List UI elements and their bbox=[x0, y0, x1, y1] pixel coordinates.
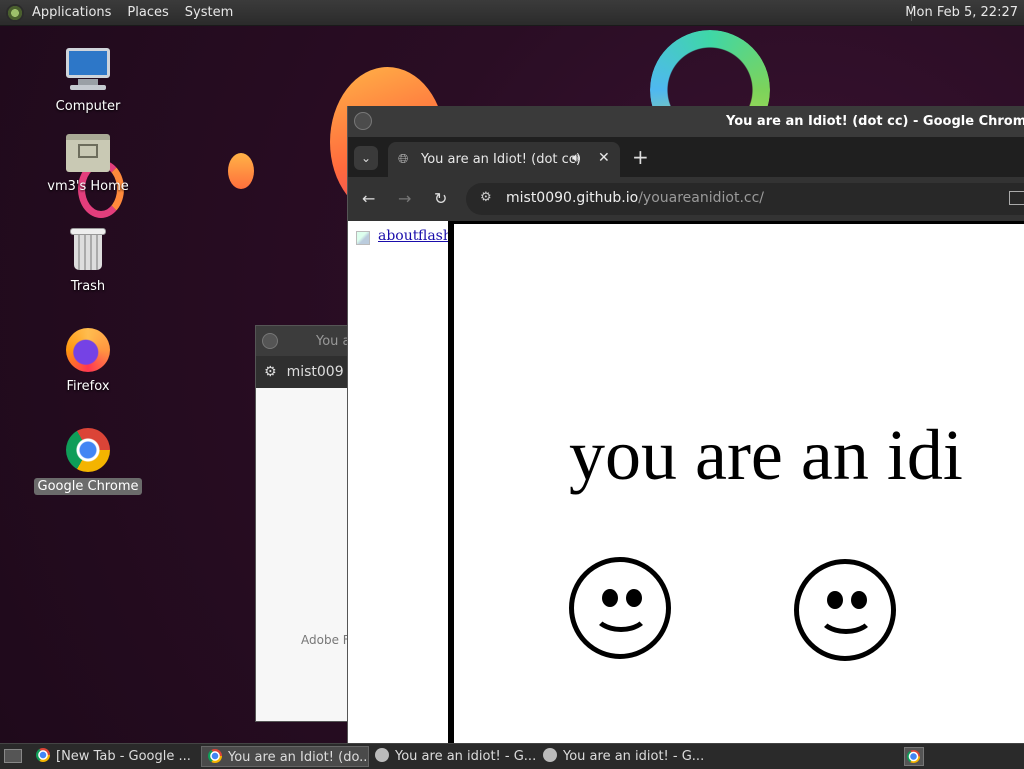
desktop-icon-trash[interactable]: Trash bbox=[33, 226, 143, 295]
desktop-icon-label: Google Chrome bbox=[33, 478, 143, 495]
taskbar-item-label: You are an idiot! - G... bbox=[395, 749, 537, 764]
omnibox[interactable]: ⚙ mist0090.github.io/youareanidiot.cc/ bbox=[466, 183, 1024, 215]
taskbar-item[interactable]: You are an idiot! - G... bbox=[369, 746, 537, 767]
window-menu-button[interactable] bbox=[262, 333, 278, 349]
left-frame: about flash bbox=[348, 221, 452, 743]
desktop-icon-label: Computer bbox=[55, 99, 121, 114]
smiley-face-icon bbox=[569, 557, 671, 659]
taskbar-item[interactable]: [New Tab - Google ... bbox=[30, 746, 198, 767]
desktop-icon-label: Firefox bbox=[66, 379, 110, 394]
chrome-icon bbox=[36, 748, 50, 762]
right-frame: you are an idi bbox=[448, 221, 1024, 743]
web-page: about flash you are an idi bbox=[348, 221, 1024, 743]
tab-search-button[interactable]: ⌄ bbox=[354, 146, 378, 170]
taskbar-item[interactable]: You are an idiot! - G... bbox=[537, 746, 705, 767]
desktop-icon-label: Trash bbox=[70, 279, 106, 294]
taskbar-item-label: [New Tab - Google ... bbox=[56, 749, 191, 764]
browser-toolbar: ← → ↻ ⚙ mist0090.github.io/youareanidiot… bbox=[348, 177, 1024, 221]
trash-icon bbox=[64, 226, 112, 274]
tab-strip: ⌄ 🌐︎ You are an Idiot! (dot cc) 🔊︎ ✕ + bbox=[348, 137, 1024, 177]
address-text: mist009 bbox=[286, 364, 344, 380]
panel-clock[interactable]: Mon Feb 5, 22:27 bbox=[905, 0, 1018, 25]
firefox-icon bbox=[64, 326, 112, 374]
taskbar-item-label: You are an idiot! - G... bbox=[563, 749, 705, 764]
window-titlebar[interactable]: You are an Idiot! (dot cc) - Google Chro… bbox=[348, 106, 1024, 137]
speaker-icon[interactable]: 🔊︎ bbox=[572, 151, 580, 166]
bottom-taskbar: [New Tab - Google ... You are an Idiot! … bbox=[0, 743, 1024, 769]
menu-applications[interactable]: Applications bbox=[24, 0, 119, 25]
globe-icon bbox=[543, 748, 557, 762]
back-button[interactable]: ← bbox=[362, 189, 375, 208]
smiley-face-icon bbox=[794, 559, 896, 661]
taskbar-item-active[interactable]: You are an Idiot! (do... bbox=[201, 746, 369, 767]
window-title: You a bbox=[316, 334, 351, 349]
broken-image-icon bbox=[356, 231, 370, 245]
desktop-icon-firefox[interactable]: Firefox bbox=[33, 326, 143, 395]
flash-link[interactable]: flash bbox=[418, 228, 452, 244]
menu-places[interactable]: Places bbox=[119, 0, 176, 25]
page-text: Adobe F bbox=[301, 633, 350, 647]
background-browser-window[interactable]: You a ⚙ mist009 Adobe F bbox=[255, 325, 357, 722]
address-bar[interactable]: ⚙ mist009 bbox=[256, 356, 356, 388]
window-menu-button[interactable] bbox=[354, 112, 372, 130]
home-folder-icon bbox=[64, 126, 112, 174]
desktop-icon-home[interactable]: vm3's Home bbox=[33, 126, 143, 195]
tab-youareanidiot[interactable]: 🌐︎ You are an Idiot! (dot cc) 🔊︎ ✕ bbox=[388, 142, 620, 177]
tab-title: You are an Idiot! (dot cc) bbox=[421, 152, 581, 167]
wallpaper-small-shape bbox=[228, 153, 254, 189]
window-titlebar[interactable]: You a bbox=[256, 326, 356, 356]
about-link[interactable]: about bbox=[378, 228, 418, 244]
chrome-icon bbox=[64, 426, 112, 474]
new-tab-button[interactable]: + bbox=[632, 145, 649, 169]
show-desktop-button[interactable] bbox=[4, 749, 22, 763]
menu-system[interactable]: System bbox=[177, 0, 241, 25]
page-content: Adobe F bbox=[256, 388, 356, 721]
reload-button[interactable]: ↻ bbox=[434, 189, 447, 208]
site-info-icon[interactable]: ⚙ bbox=[480, 190, 492, 205]
top-panel: Applications Places System Mon Feb 5, 22… bbox=[0, 0, 1024, 26]
forward-button[interactable]: → bbox=[398, 189, 411, 208]
url-text: mist0090.github.io/youareanidiot.cc/ bbox=[506, 190, 764, 206]
chrome-icon bbox=[208, 749, 222, 763]
desktop-icon-label: vm3's Home bbox=[47, 179, 129, 194]
desktop-icon-computer[interactable]: Computer bbox=[33, 46, 143, 115]
window-title: You are an Idiot! (dot cc) - Google Chro… bbox=[726, 114, 1024, 129]
desktop-icon-chrome[interactable]: Google Chrome bbox=[33, 426, 143, 495]
computer-icon bbox=[64, 46, 112, 94]
site-info-icon[interactable]: ⚙ bbox=[264, 364, 277, 380]
chrome-window[interactable]: You are an Idiot! (dot cc) - Google Chro… bbox=[347, 106, 1024, 743]
tray-chrome-icon[interactable] bbox=[904, 747, 924, 766]
panel-menus: Applications Places System bbox=[24, 0, 241, 25]
page-headline: you are an idi bbox=[569, 415, 963, 495]
globe-icon: 🌐︎ bbox=[398, 152, 409, 167]
tab-close-button[interactable]: ✕ bbox=[598, 150, 610, 166]
distro-logo-icon[interactable] bbox=[6, 3, 24, 22]
url-path: /youareanidiot.cc/ bbox=[638, 190, 765, 206]
url-domain: mist0090.github.io bbox=[506, 190, 639, 206]
media-blocked-icon[interactable] bbox=[1009, 191, 1024, 205]
globe-icon bbox=[375, 748, 389, 762]
taskbar-item-label: You are an Idiot! (do... bbox=[228, 750, 369, 765]
